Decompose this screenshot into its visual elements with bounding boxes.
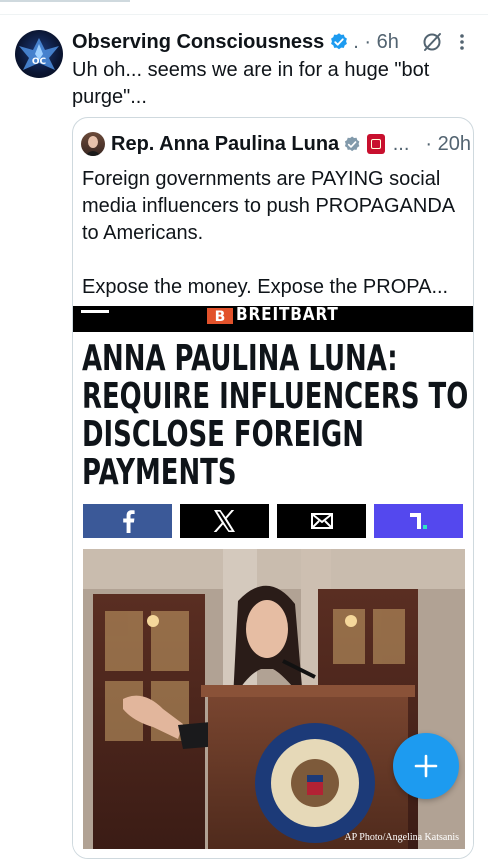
- quoted-text: Foreign governments are PAYING social me…: [82, 166, 467, 301]
- site-logo-text: BREITBART: [236, 304, 339, 325]
- headline-line: REQUIRE INFLUENCERS TO: [82, 376, 469, 417]
- post-meta[interactable]: . · 6h: [353, 31, 399, 54]
- facebook-share-button: [83, 504, 172, 538]
- truth-social-icon: [409, 513, 427, 529]
- verified-badge-icon: [331, 33, 348, 50]
- article-headline: ANNA PAULINA LUNA: REQUIRE INFLUENCERS T…: [82, 338, 469, 493]
- more-dots-icon[interactable]: [458, 32, 466, 52]
- x-logo-icon: [213, 510, 235, 532]
- headline-line: ANNA PAULINA LUNA:: [82, 338, 398, 379]
- gray-verified-badge-icon: [345, 136, 360, 151]
- press-conference-photo: [83, 549, 465, 849]
- site-logo-letter: B: [207, 308, 233, 325]
- quoted-text-paragraph: Foreign governments are PAYING social me…: [82, 168, 455, 244]
- headline-line: DISCLOSE FOREIGN: [82, 414, 364, 455]
- quoted-name-ellipsis: ...: [392, 132, 410, 155]
- headline-line: PAYMENTS: [82, 452, 237, 493]
- post-divider: [0, 14, 488, 15]
- photo-credit: AP Photo/Angelina Katsanis: [344, 832, 459, 843]
- email-share-button: [277, 504, 366, 538]
- author-name[interactable]: Observing Consciousness: [72, 31, 324, 54]
- truth-social-share-button: [374, 504, 463, 538]
- quoted-header: Rep. Anna Paulina Luna ... · 20h: [111, 130, 471, 158]
- grok-icon[interactable]: [421, 31, 443, 53]
- facebook-icon: [122, 510, 135, 533]
- menu-icon: [81, 310, 109, 313]
- affiliate-badge-icon: [367, 134, 385, 154]
- post-header: Observing Consciousness . · 6h: [72, 29, 477, 55]
- avatar[interactable]: OC: [15, 30, 63, 78]
- envelope-icon: [310, 513, 333, 529]
- post-text: Uh oh... seems we are in for a huge "bot…: [72, 59, 430, 108]
- article-photo: AP Photo/Angelina Katsanis: [83, 549, 465, 849]
- share-buttons: [83, 504, 463, 540]
- site-logo: B BREITBART: [207, 304, 357, 325]
- plus-icon: [414, 754, 438, 778]
- quoted-avatar[interactable]: [81, 132, 105, 156]
- compose-button[interactable]: [393, 733, 459, 799]
- quoted-timestamp[interactable]: · 20h: [425, 133, 471, 156]
- svg-text:OC: OC: [32, 57, 47, 67]
- top-separator: [0, 0, 130, 2]
- x-share-button: [180, 504, 269, 538]
- quoted-text-paragraph: Expose the money. Expose the PROPA...: [82, 276, 449, 298]
- quoted-author-name[interactable]: Rep. Anna Paulina Luna: [111, 133, 339, 156]
- site-header-bar: B BREITBART: [73, 306, 473, 332]
